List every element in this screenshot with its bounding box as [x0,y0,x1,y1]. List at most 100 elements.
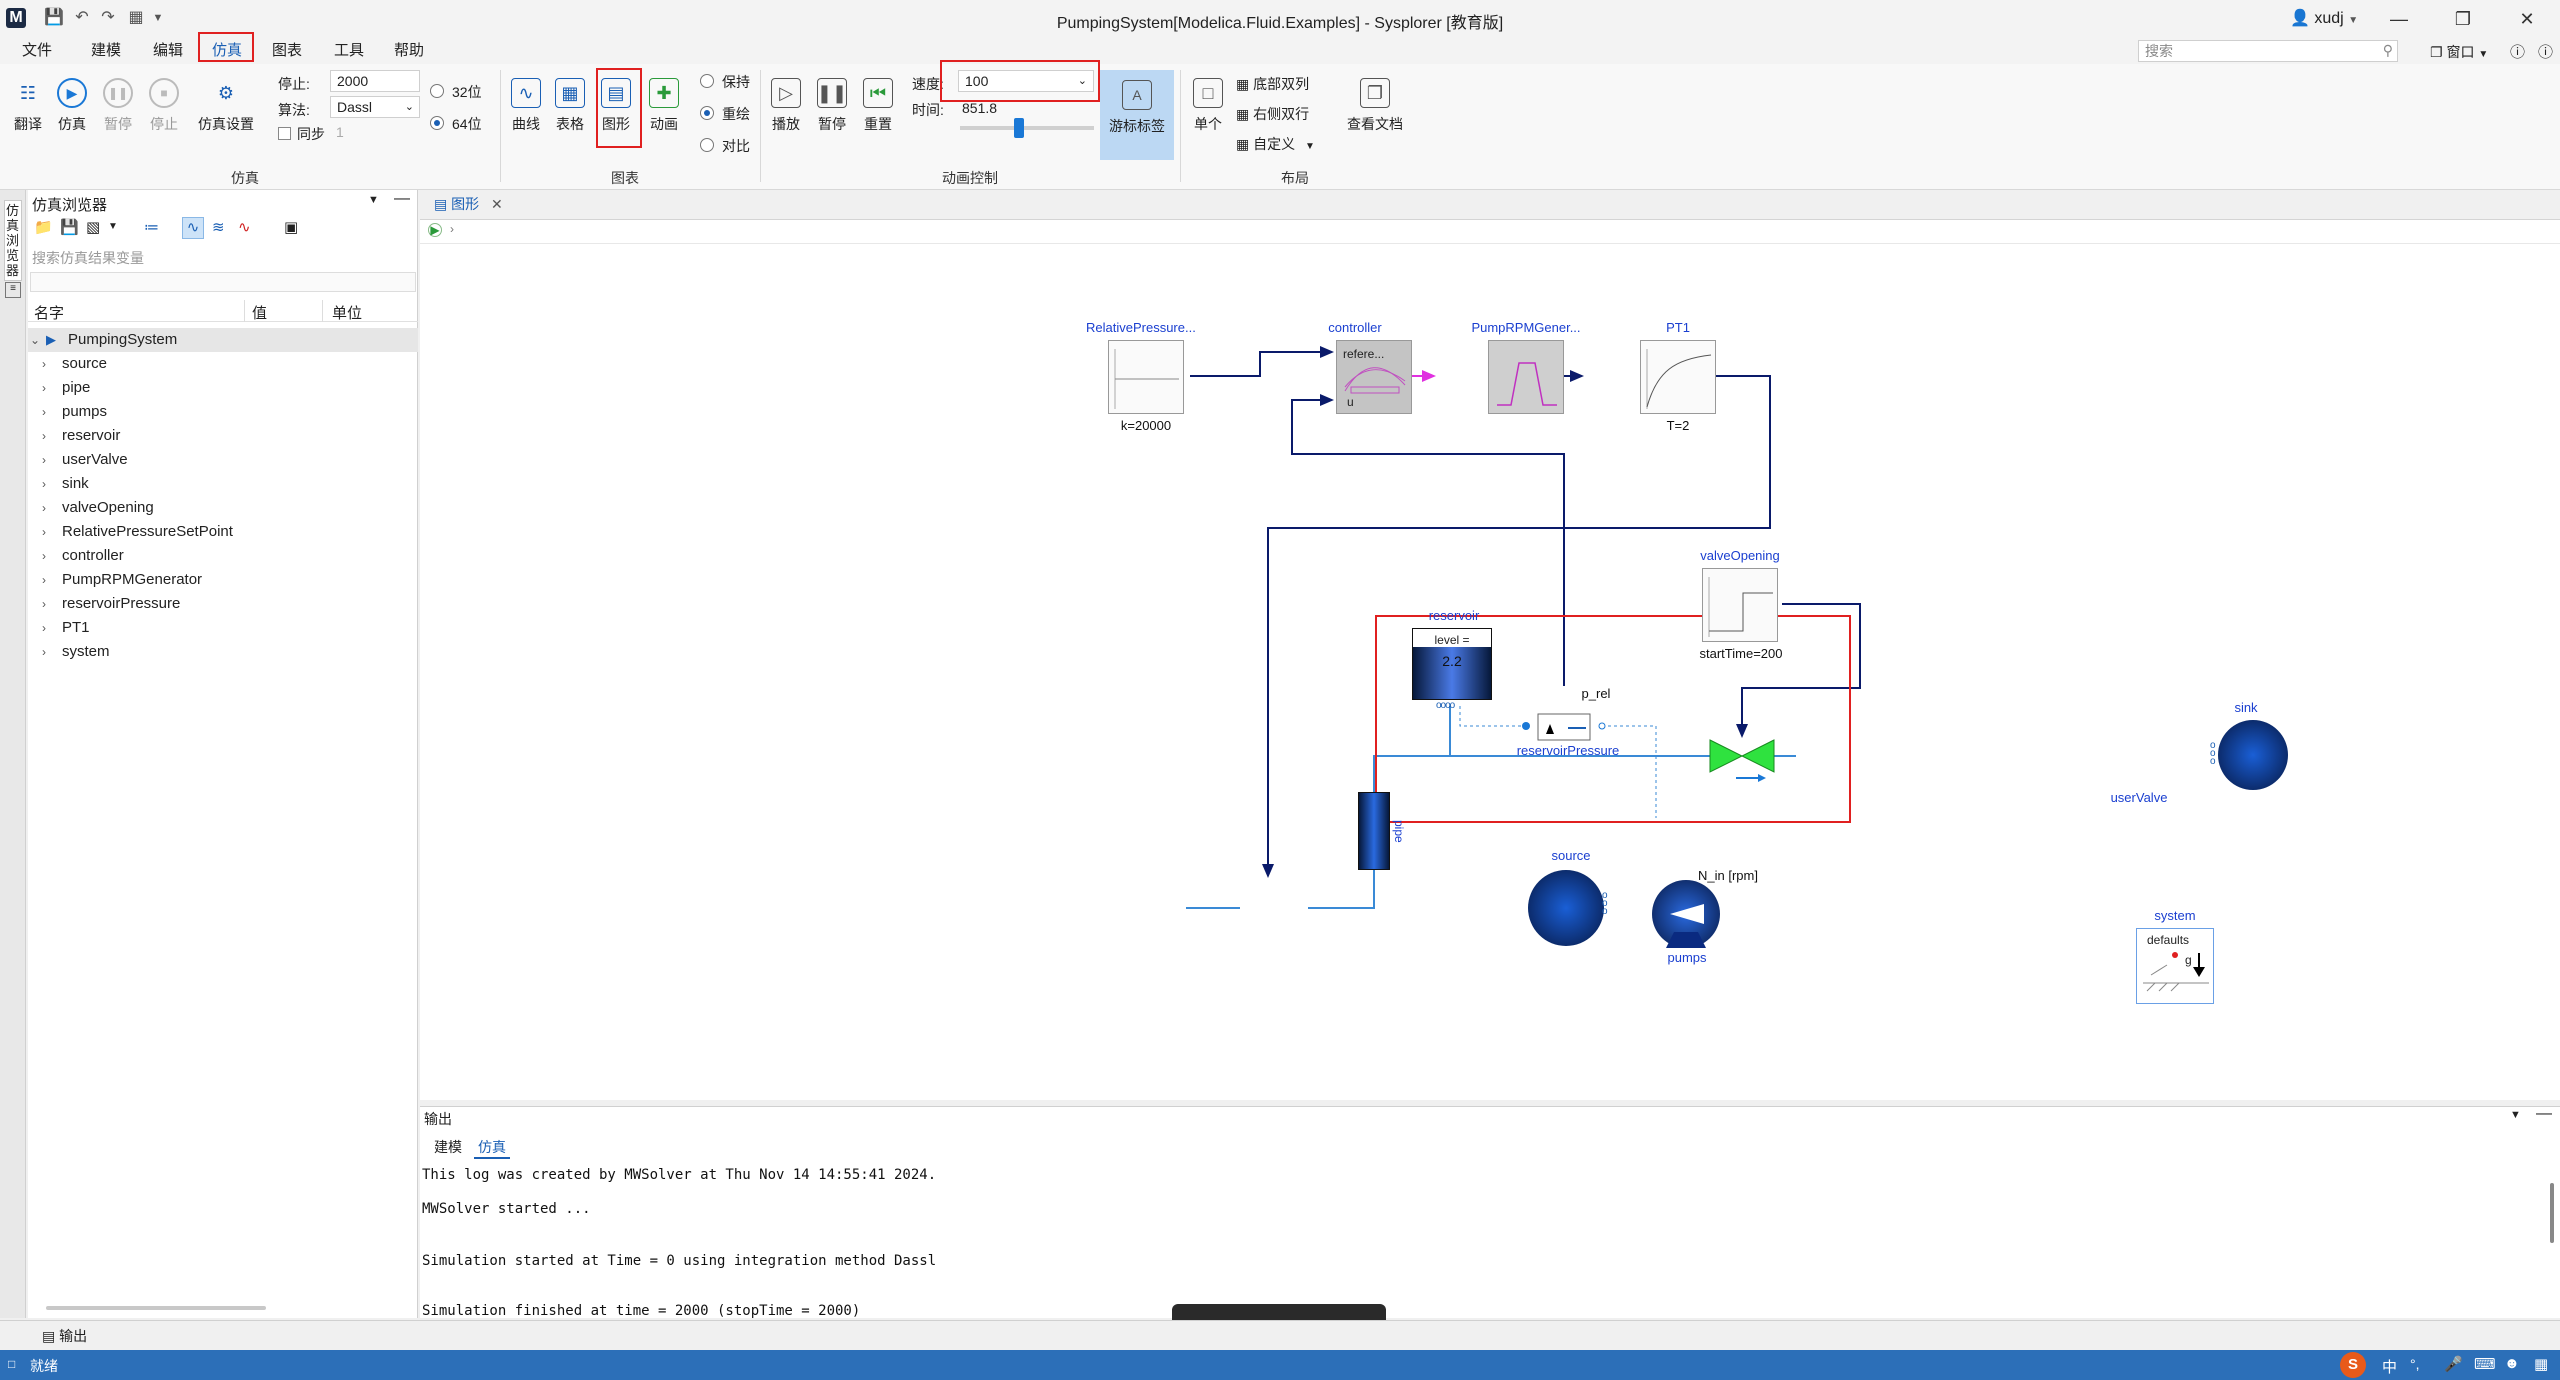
col-unit[interactable]: 单位 [332,302,362,323]
multi-wave-icon[interactable]: ≋ [212,218,225,236]
tree-item[interactable]: › valveOpening [28,496,418,520]
diagram-canvas[interactable]: RelativePressure... k=20000 controller r… [420,244,2560,1100]
red-wave-icon[interactable]: ∿ [238,218,251,236]
tab-graphic[interactable]: ▤ 图形 ✕ [434,194,503,216]
rpm-generator-block[interactable] [1488,340,1564,414]
side-tab-sim-browser[interactable]: 仿真浏览器 [4,200,22,281]
tree-item[interactable]: › system [28,640,418,664]
browser-search-input[interactable]: 搜索仿真结果变量 [30,246,416,266]
vertical-scrollbar[interactable] [2550,1183,2554,1243]
system-block[interactable]: defaults g [2136,928,2214,1004]
sink-icon[interactable] [2218,720,2288,790]
close-tab-icon[interactable]: ✕ [491,196,503,212]
chevron-right-icon[interactable]: › [450,222,454,236]
ime-logo-icon[interactable]: S [2340,1352,2366,1378]
expand-icon[interactable]: › [42,424,46,448]
reset-button[interactable]: ⏮ 重置 [860,78,896,134]
collapse-output-button[interactable]: — [2536,1105,2552,1123]
menu-edit[interactable]: 编辑 [145,41,191,63]
horizontal-scrollbar[interactable] [46,1306,266,1310]
window-menu[interactable]: ❐ 窗口 ▼ [2430,42,2488,62]
curve-button[interactable]: ∿ 曲线 [508,78,544,134]
expand-icon[interactable]: › [42,472,46,496]
layout-right-two-rows[interactable]: ▦ 右侧双行 [1236,104,1309,124]
col-name[interactable]: 名字 [34,302,64,323]
hold-radio[interactable] [700,74,714,88]
collapse-panel-button[interactable]: — [394,190,410,208]
pause-button[interactable]: ❚❚ 暂停 [100,78,136,134]
tree-item[interactable]: › PumpRPMGenerator [28,568,418,592]
menu-chart[interactable]: 图表 [264,41,310,63]
redraw-radio[interactable] [700,106,714,120]
layout-bottom-two-columns[interactable]: ▦ 底部双列 [1236,74,1309,94]
col-divider[interactable] [244,300,245,322]
32bit-radio[interactable] [430,84,444,98]
ime-mode[interactable]: 中 [2382,1356,2397,1377]
keyboard-icon[interactable]: ⌨ [2474,1355,2496,1373]
tree-root[interactable]: ⌄ ▶ PumpingSystem [28,328,418,352]
menu-help[interactable]: 帮助 [386,41,432,63]
simulate-button[interactable]: ▶ 仿真 [54,78,90,134]
algorithm-select[interactable]: Dassl ⌄ [330,96,420,118]
save-icon[interactable]: 💾 [60,218,79,236]
pt1-block[interactable] [1640,340,1716,414]
restore-button[interactable]: ❐ [2440,4,2486,34]
expand-icon[interactable]: › [42,352,46,376]
output-tab-modeling[interactable]: 建模 [434,1137,462,1157]
frame-icon[interactable]: ▣ [284,218,298,236]
browser-filter-bar[interactable] [30,272,416,292]
help-icon[interactable]: ⓘ [2510,41,2525,62]
anim-pause-button[interactable]: ❚❚ 暂停 [814,78,850,134]
output-tab-simulation[interactable]: 仿真 [474,1137,510,1159]
col-value[interactable]: 值 [252,302,267,323]
punctuation-icon[interactable]: °, [2410,1356,2420,1372]
sync-checkbox[interactable] [278,127,291,140]
col-divider[interactable] [322,300,323,322]
wave-icon[interactable]: ∿ [182,217,204,239]
table-button[interactable]: ▦ 表格 [552,78,588,134]
valve-opening-block[interactable] [1702,568,1778,642]
layout-custom[interactable]: ▦ 自定义 ▼ [1236,134,1315,154]
menu-modeling[interactable]: 建模 [83,41,129,63]
play-button[interactable]: ▷ 播放 [768,78,804,134]
skin-icon[interactable]: ☻ [2504,1355,2520,1372]
sim-settings-button[interactable]: ⚙ 仿真设置 [192,78,260,134]
tree-item[interactable]: › PT1 [28,616,418,640]
menu-tools[interactable]: 工具 [326,41,372,63]
stop-button[interactable]: ■ 停止 [146,78,182,134]
expand-icon[interactable]: › [42,400,46,424]
slider-handle[interactable] [1014,118,1024,138]
expand-icon[interactable]: › [42,592,46,616]
pump-icon[interactable] [1652,880,1720,948]
export-icon[interactable]: ▧ [86,218,100,236]
tree-item[interactable]: › pumps [28,400,418,424]
close-window-button[interactable]: ✕ [2504,4,2550,34]
tree-item[interactable]: › source [28,352,418,376]
cursor-label-button[interactable]: A 游标标签 [1100,70,1174,160]
microphone-icon[interactable]: 🎤 [2444,1355,2463,1373]
expand-icon[interactable]: › [42,616,46,640]
expand-icon[interactable]: › [42,520,46,544]
expand-icon[interactable]: › [42,376,46,400]
relative-pressure-block[interactable] [1108,340,1184,414]
reservoir-tank[interactable]: level = 2.2 [1412,628,1492,700]
chevron-down-icon[interactable]: ▼ [108,221,118,232]
expand-icon[interactable]: ⌄ [30,328,40,352]
expand-icon[interactable]: › [42,448,46,472]
tree-item[interactable]: › sink [28,472,418,496]
search-input[interactable]: 搜索 ⚲ [2138,40,2398,62]
open-folder-icon[interactable]: 📁 [34,218,53,236]
view-docs-button[interactable]: ❐ 查看文档 [1340,78,1410,134]
minimize-button[interactable]: — [2376,4,2422,34]
tree-item[interactable]: › controller [28,544,418,568]
user-menu[interactable]: 👤 xudj ▼ [2290,8,2358,28]
stop-time-input[interactable]: 2000 [330,70,420,92]
single-layout-button[interactable]: □ 单个 [1190,78,1226,134]
compare-radio[interactable] [700,138,714,152]
menu-file[interactable]: 文件 [14,41,60,63]
chevron-down-icon[interactable]: ▼ [368,194,379,206]
toolbox-icon[interactable]: ▦ [2534,1355,2548,1373]
expand-icon[interactable]: › [42,544,46,568]
expand-icon[interactable]: › [42,640,46,664]
tree-item[interactable]: › userValve [28,448,418,472]
